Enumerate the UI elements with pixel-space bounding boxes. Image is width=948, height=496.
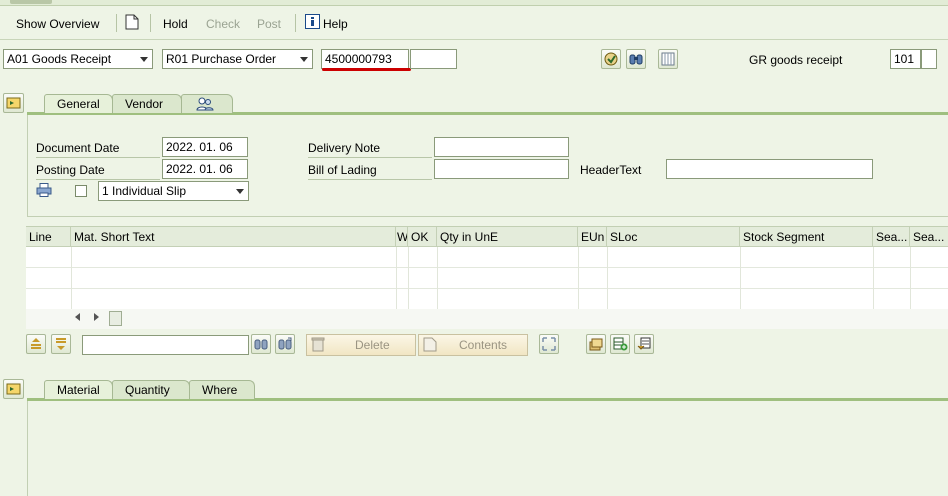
column-divider: [910, 247, 911, 309]
print-checkbox[interactable]: [75, 185, 87, 197]
check-button[interactable]: Check: [206, 15, 240, 33]
column-divider: [408, 247, 409, 309]
chevron-down-icon: [140, 57, 148, 62]
column-header-eun[interactable]: EUn: [578, 227, 607, 247]
bill-of-lading-label: Bill of Lading: [308, 161, 432, 180]
column-header-line[interactable]: Line: [26, 227, 71, 247]
header-text-field[interactable]: [666, 159, 873, 179]
post-button[interactable]: Post: [257, 15, 281, 33]
transfer-icon[interactable]: [634, 334, 654, 354]
column-divider: [607, 247, 608, 309]
chevron-down-icon: [300, 57, 308, 62]
tab-material[interactable]: Material: [44, 380, 113, 399]
collapse-detail-icon[interactable]: [3, 379, 24, 399]
column-header-sea-2[interactable]: Sea...: [910, 227, 948, 247]
add-row-icon[interactable]: [610, 334, 630, 354]
table-row[interactable]: [26, 268, 948, 289]
show-overview-button[interactable]: Show Overview: [16, 15, 99, 33]
posting-date-field[interactable]: 2022. 01. 06: [162, 159, 248, 179]
collapse-header-icon[interactable]: [3, 93, 24, 113]
table-row[interactable]: [26, 247, 948, 268]
scroll-left-icon[interactable]: [75, 313, 80, 321]
movement-type-label: GR goods receipt: [749, 53, 843, 67]
po-item-field[interactable]: [410, 49, 457, 69]
movement-type-extra-field[interactable]: [921, 49, 937, 69]
transaction-value: A01 Goods Receipt: [7, 52, 112, 66]
column-divider: [396, 247, 397, 309]
tab-where[interactable]: Where: [189, 380, 255, 399]
detail-panel: [27, 401, 948, 496]
execute-icon[interactable]: [601, 49, 621, 69]
document-date-field[interactable]: 2022. 01. 06: [162, 137, 248, 157]
find-icon[interactable]: [626, 49, 646, 69]
tab-general[interactable]: General: [44, 94, 113, 113]
document-icon: [423, 337, 437, 358]
sort-ascending-icon[interactable]: [26, 334, 46, 354]
tab-partner[interactable]: [181, 94, 233, 113]
column-divider: [578, 247, 579, 309]
partner-icon: [196, 97, 214, 116]
movement-type-field[interactable]: 101: [890, 49, 921, 69]
stack-icon[interactable]: [586, 334, 606, 354]
column-divider: [437, 247, 438, 309]
toolbar-separator: [116, 14, 117, 32]
help-button[interactable]: Help: [323, 15, 348, 33]
column-divider: [740, 247, 741, 309]
delete-button[interactable]: Delete: [306, 334, 416, 356]
find-next-icon[interactable]: [275, 334, 295, 354]
tab-vendor[interactable]: Vendor: [112, 94, 182, 113]
reference-document-value: R01 Purchase Order: [166, 52, 277, 66]
info-icon[interactable]: [305, 14, 320, 32]
toolbar-tab-stub: [10, 0, 52, 4]
slip-option-value: 1 Individual Slip: [102, 184, 187, 198]
column-header-sea-1[interactable]: Sea...: [873, 227, 910, 247]
purchase-order-number-field[interactable]: 4500000793: [321, 49, 409, 69]
hold-button[interactable]: Hold: [163, 15, 188, 33]
layout-grid-icon[interactable]: [658, 49, 678, 69]
delete-label: Delete: [355, 338, 390, 352]
column-header-stock-segment[interactable]: Stock Segment: [740, 227, 873, 247]
scroll-thumb[interactable]: [109, 311, 122, 326]
column-header-w[interactable]: W: [396, 227, 408, 247]
tab-quantity[interactable]: Quantity: [112, 380, 190, 399]
trash-icon: [311, 337, 325, 358]
chevron-down-icon: [236, 189, 244, 194]
toolbar-separator: [295, 14, 296, 32]
table-search-input[interactable]: [82, 335, 249, 355]
sort-descending-icon[interactable]: [51, 334, 71, 354]
column-header-material-text[interactable]: Mat. Short Text: [71, 227, 396, 247]
contents-button[interactable]: Contents: [418, 334, 528, 356]
scroll-right-icon[interactable]: [94, 313, 99, 321]
document-date-label: Document Date: [36, 139, 160, 158]
po-highlight-underline: [322, 68, 411, 71]
find-icon[interactable]: [251, 334, 271, 354]
contents-label: Contents: [459, 338, 508, 352]
column-divider: [71, 247, 72, 309]
column-header-qty[interactable]: Qty in UnE: [437, 227, 578, 247]
slip-option-select[interactable]: 1 Individual Slip: [98, 181, 249, 201]
table-row[interactable]: [26, 289, 948, 310]
toolbar-separator: [150, 14, 151, 32]
column-header-sloc[interactable]: SLoc: [607, 227, 740, 247]
items-table: Line Mat. Short Text W OK Qty in UnE EUn…: [26, 226, 948, 329]
column-divider: [873, 247, 874, 309]
transaction-select[interactable]: A01 Goods Receipt: [3, 49, 153, 69]
header-text-label: HeaderText: [580, 163, 642, 177]
application-toolbar: Show Overview Hold Check Post Help: [0, 6, 948, 40]
posting-date-label: Posting Date: [36, 161, 160, 180]
delivery-note-label: Delivery Note: [308, 139, 432, 158]
bill-of-lading-field[interactable]: [434, 159, 569, 179]
printer-icon[interactable]: [36, 183, 52, 200]
expand-icon[interactable]: [539, 334, 559, 354]
column-header-ok[interactable]: OK: [408, 227, 437, 247]
new-document-icon[interactable]: [125, 14, 139, 32]
reference-document-select[interactable]: R01 Purchase Order: [162, 49, 313, 69]
horizontal-scrollbar[interactable]: [26, 309, 948, 329]
delivery-note-field[interactable]: [434, 137, 569, 157]
